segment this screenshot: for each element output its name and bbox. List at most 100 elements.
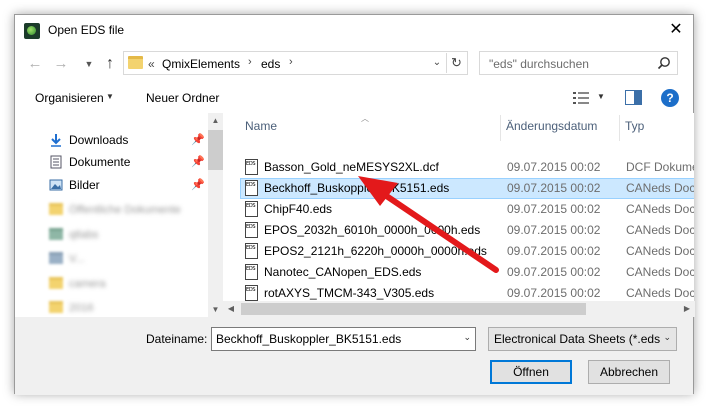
nav-scrollbar[interactable]: ▲ ▼ — [208, 113, 223, 317]
file-date: 09.07.2015 00:02 — [507, 265, 601, 279]
file-type: CANeds Doc — [626, 286, 694, 300]
sort-up-icon: ︿ — [361, 114, 369, 123]
file-date: 09.07.2015 00:02 — [507, 223, 601, 237]
search-placeholder: "eds" durchsuchen — [489, 57, 589, 71]
breadcrumb-item-eds[interactable]: eds — [261, 57, 280, 71]
breadcrumb-overflow[interactable]: « — [148, 57, 155, 71]
file-name: Beckhoff_Buskoppler_BK5151.eds — [264, 181, 450, 195]
file-type: CANeds Doc — [626, 181, 694, 195]
column-divider[interactable] — [619, 115, 620, 141]
address-dropdown-chevron-icon[interactable]: ⌄ — [430, 55, 444, 71]
breadcrumb-separator[interactable]: › — [248, 56, 252, 68]
pin-icon[interactable]: 📌 — [191, 155, 205, 168]
pictures-icon — [49, 179, 63, 191]
filename-input[interactable]: Beckhoff_Buskoppler_BK5151.eds ⌄ — [211, 327, 476, 351]
folder-icon — [128, 56, 143, 69]
file-row[interactable]: ChipF40.eds 09.07.2015 00:02 CANeds Doc — [240, 199, 694, 220]
nav-item-label: Downloads — [69, 133, 129, 147]
scroll-right-icon[interactable]: ▶ — [679, 301, 695, 317]
eds-file-icon — [245, 201, 258, 217]
chevron-down-icon[interactable]: ⌄ — [663, 332, 671, 343]
file-type: CANeds Doc — [626, 244, 694, 258]
eds-file-icon — [245, 180, 258, 196]
view-details-icon[interactable] — [572, 90, 590, 106]
folder-icon — [49, 203, 63, 215]
file-type-value: Electronical Data Sheets (*.eds * — [494, 332, 660, 346]
file-name: Basson_Gold_neMESYS2XL.dcf — [264, 160, 439, 174]
file-type: CANeds Doc — [626, 265, 694, 279]
download-arrow-icon — [51, 134, 61, 147]
nav-item-downloads[interactable]: Downloads 📌 — [15, 129, 207, 151]
column-divider[interactable] — [500, 115, 501, 141]
folder-icon — [49, 252, 63, 264]
document-icon — [50, 155, 62, 169]
view-chevron-down-icon[interactable]: ▼ — [597, 92, 605, 101]
help-icon[interactable]: ? — [661, 89, 679, 107]
scroll-thumb[interactable] — [241, 303, 586, 315]
file-icon — [245, 159, 258, 175]
search-icon[interactable] — [657, 56, 671, 70]
pin-icon[interactable]: 📌 — [191, 133, 205, 146]
filename-value[interactable]: Beckhoff_Buskoppler_BK5151.eds — [216, 332, 401, 346]
nav-item-label: Bilder — [69, 178, 100, 192]
search-input[interactable]: "eds" durchsuchen — [479, 51, 678, 75]
file-name: Nanotec_CANopen_EDS.eds — [264, 265, 422, 279]
filename-label: Dateiname: — [146, 332, 208, 346]
nav-item-label: qtlabs — [69, 229, 99, 241]
nav-item-pictures[interactable]: Bilder 📌 — [15, 174, 207, 196]
preview-pane-icon[interactable] — [625, 90, 642, 105]
navigation-pane: Downloads 📌 Dokumente 📌 Bilder 📌 Öffentl… — [15, 113, 223, 317]
horizontal-scrollbar[interactable]: ◀ ▶ — [223, 301, 695, 317]
scroll-thumb[interactable] — [208, 130, 223, 170]
recent-locations-chevron-icon[interactable]: ▼ — [79, 54, 99, 74]
chevron-down-icon[interactable]: ⌄ — [463, 332, 471, 343]
folder-icon — [49, 301, 63, 313]
eds-file-icon — [245, 285, 258, 301]
refresh-icon[interactable]: ↻ — [446, 53, 466, 73]
eds-file-icon — [245, 264, 258, 280]
file-name: EPOS_2032h_6010h_0000h_0000h.eds — [264, 223, 481, 237]
command-bar: Organisieren ▼ Neuer Ordner ▼ ? — [15, 83, 693, 113]
file-name: rotAXYS_TMCM-343_V305.eds — [264, 286, 435, 300]
up-arrow-icon[interactable]: ↑ — [100, 54, 120, 74]
file-name: EPOS2_2121h_6220h_0000h_0000h.eds — [264, 244, 487, 258]
window-title: Open EDS file — [48, 23, 125, 37]
column-header-date[interactable]: Änderungsdatum — [506, 119, 597, 133]
nav-item-label: Öffentliche Dokumente — [69, 204, 181, 216]
address-bar[interactable]: « QmixElements › eds › ⌄ ↻ — [123, 51, 468, 75]
title-bar: Open EDS file ✕ — [15, 15, 693, 45]
nav-item-documents[interactable]: Dokumente 📌 — [15, 151, 207, 173]
file-row[interactable]: EPOS2_2121h_6220h_0000h_0000h.eds 09.07.… — [240, 241, 694, 262]
scroll-down-icon[interactable]: ▼ — [208, 302, 223, 317]
column-header-type[interactable]: Typ — [625, 119, 644, 133]
organize-chevron-down-icon[interactable]: ▼ — [106, 92, 114, 101]
file-name: ChipF40.eds — [264, 202, 333, 216]
back-arrow-icon[interactable]: ← — [25, 54, 45, 74]
file-date: 09.07.2015 00:02 — [507, 286, 601, 300]
forward-arrow-icon[interactable]: → — [51, 54, 71, 74]
breadcrumb-separator[interactable]: › — [289, 56, 293, 68]
app-icon — [24, 23, 40, 39]
dialog-footer: Dateiname: Beckhoff_Buskoppler_BK5151.ed… — [15, 317, 693, 395]
file-type-select[interactable]: Electronical Data Sheets (*.eds * ⌄ — [488, 327, 677, 351]
column-header-name[interactable]: Name — [245, 119, 277, 133]
close-button[interactable]: ✕ — [659, 15, 693, 45]
new-folder-button[interactable]: Neuer Ordner — [146, 91, 219, 105]
file-type: DCF Dokument — [626, 160, 694, 174]
file-row-selected[interactable]: Beckhoff_Buskoppler_BK5151.eds 09.07.201… — [240, 178, 694, 199]
file-row[interactable]: Nanotec_CANopen_EDS.eds 09.07.2015 00:02… — [240, 262, 694, 283]
open-button[interactable]: Öffnen — [490, 360, 572, 384]
file-date: 09.07.2015 00:02 — [507, 202, 601, 216]
eds-file-icon — [245, 222, 258, 238]
organize-button[interactable]: Organisieren — [35, 91, 104, 105]
file-row[interactable]: EPOS_2032h_6010h_0000h_0000h.eds 09.07.2… — [240, 220, 694, 241]
pin-icon[interactable]: 📌 — [191, 178, 205, 191]
scroll-up-icon[interactable]: ▲ — [208, 113, 223, 128]
file-list: ︿ Name Änderungsdatum Typ Basson_Gold_ne… — [227, 113, 694, 317]
scroll-left-icon[interactable]: ◀ — [223, 301, 239, 317]
breadcrumb-item-qmixelements[interactable]: QmixElements — [162, 57, 240, 71]
nav-item-label: Dokumente — [69, 155, 131, 169]
file-date: 09.07.2015 00:02 — [507, 181, 601, 195]
cancel-button[interactable]: Abbrechen — [588, 360, 670, 384]
file-row[interactable]: Basson_Gold_neMESYS2XL.dcf 09.07.2015 00… — [240, 157, 694, 178]
